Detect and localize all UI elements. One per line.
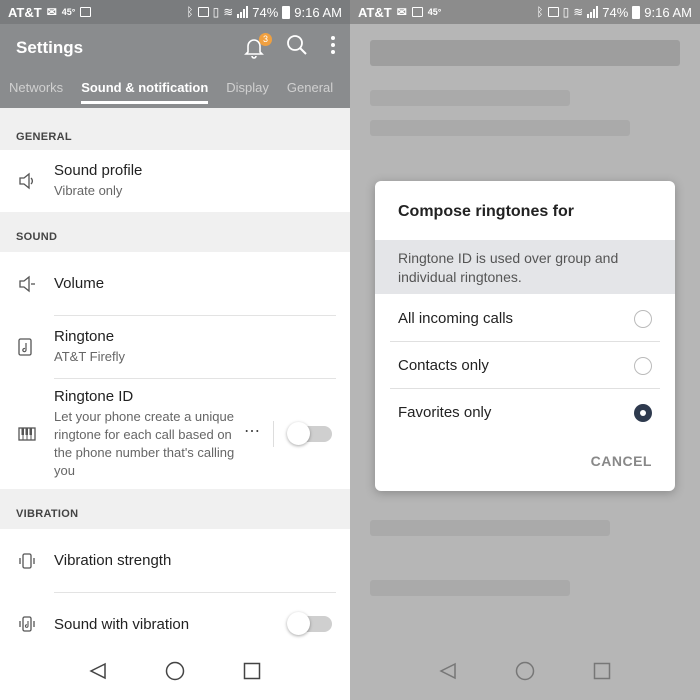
battery-icon: [282, 5, 291, 19]
item-subtitle: Let your phone create a unique ringtone …: [54, 409, 235, 478]
navigation-bar: [350, 646, 700, 700]
carrier-label: AT&T: [358, 4, 392, 20]
clock: 9:16 AM: [644, 4, 692, 20]
speaker-icon: [19, 172, 33, 190]
back-icon: [89, 662, 106, 679]
notification-badge: 3: [259, 32, 272, 46]
radio-button-selected[interactable]: [634, 403, 652, 422]
search-button[interactable]: [286, 34, 308, 61]
tab-display[interactable]: Display: [217, 68, 278, 108]
overflow-menu-button[interactable]: [330, 35, 336, 60]
search-icon: [287, 35, 307, 55]
option-all-incoming-calls[interactable]: All incoming calls: [390, 295, 660, 342]
clock: 9:16 AM: [294, 4, 342, 20]
radio-button[interactable]: [634, 356, 652, 375]
tab-general[interactable]: General: [278, 68, 342, 108]
dialog-info: Ringtone ID is used over group and indiv…: [375, 240, 675, 294]
mail-icon: ✉: [46, 5, 57, 19]
vibrate-icon: ▯: [562, 5, 570, 19]
image-icon: [80, 7, 92, 17]
notifications-button[interactable]: 3: [244, 32, 272, 59]
dialog-screen: AT&T ✉ 45° ᛒ ▯ ≋ 74% 9:16 AM Compose rin…: [350, 0, 700, 700]
app-bar: AT&T ✉ 45° ᛒ ▯ ≋ 74% 9:16 AM Settings 3: [0, 0, 350, 108]
wifi-icon: ≋: [573, 5, 584, 19]
tab-sound-notification[interactable]: Sound & notification: [72, 68, 217, 108]
speaker-icon: [19, 275, 35, 292]
back-icon: [439, 662, 456, 679]
wifi-icon: ≋: [223, 5, 234, 19]
vibrate-icon: ▯: [212, 5, 220, 19]
cancel-button[interactable]: CANCEL: [591, 453, 652, 469]
ringtone-id-toggle[interactable]: [287, 422, 332, 445]
item-title: Sound with vibration: [54, 615, 190, 633]
battery-percent: 74%: [252, 4, 279, 20]
tab-networks[interactable]: Networks: [0, 68, 72, 108]
option-label: All incoming calls: [398, 310, 514, 327]
sound-profile-item[interactable]: Sound profile Vibrate only: [0, 150, 350, 212]
vibration-strength-item[interactable]: Vibration strength: [0, 529, 350, 592]
back-button[interactable]: [439, 662, 457, 685]
status-bar: AT&T ✉ 45° ᛒ ▯ ≋ 74% 9:16 AM: [350, 0, 700, 24]
item-title: Ringtone ID: [54, 388, 134, 405]
section-header-sound: SOUND: [16, 231, 58, 243]
item-subtitle: Vibrate only: [54, 183, 123, 198]
home-icon: [165, 661, 185, 680]
section-header-general: GENERAL: [16, 131, 72, 143]
compose-ringtones-dialog: Compose ringtones for Ringtone ID is use…: [375, 181, 675, 491]
battery-percent: 74%: [602, 4, 629, 20]
option-favorites-only[interactable]: Favorites only: [390, 389, 660, 436]
item-title: Volume: [54, 275, 105, 292]
nfc-icon: [197, 7, 209, 17]
option-label: Favorites only: [398, 404, 492, 421]
item-title: Vibration strength: [54, 552, 172, 569]
radio-button[interactable]: [634, 309, 652, 328]
mail-icon: ✉: [396, 5, 407, 19]
home-button[interactable]: [515, 661, 535, 686]
image-icon: [411, 7, 423, 17]
recents-button[interactable]: [243, 662, 261, 685]
vibrate-icon: [19, 552, 35, 569]
nfc-icon: [547, 7, 559, 17]
bluetooth-icon: ᛒ: [186, 5, 194, 19]
ringtone-item[interactable]: Ringtone AT&T Firefly: [0, 316, 350, 378]
option-label: Contacts only: [398, 357, 489, 374]
home-icon: [515, 661, 535, 680]
temperature-label: 45°: [427, 7, 442, 17]
sound-with-vibration-toggle[interactable]: [287, 612, 332, 635]
dialog-title: Compose ringtones for: [398, 203, 575, 220]
settings-screen: AT&T ✉ 45° ᛒ ▯ ≋ 74% 9:16 AM Settings 3: [0, 0, 350, 700]
carrier-label: AT&T: [8, 4, 42, 20]
overflow-menu-icon: [331, 36, 335, 54]
option-contacts-only[interactable]: Contacts only: [390, 342, 660, 389]
piano-keys-icon: [18, 427, 36, 441]
toggle-knob: [287, 422, 310, 445]
more-options-button[interactable]: ⋯: [244, 421, 274, 447]
item-subtitle: AT&T Firefly: [54, 349, 126, 364]
volume-item[interactable]: Volume: [0, 252, 350, 315]
signal-icon: [587, 6, 599, 18]
back-button[interactable]: [89, 662, 107, 685]
tab-bar: Networks Sound & notification Display Ge…: [0, 68, 350, 108]
recents-button[interactable]: [593, 662, 611, 685]
bluetooth-icon: ᛒ: [536, 5, 544, 19]
navigation-bar: [0, 646, 350, 700]
recents-icon: [593, 662, 611, 679]
battery-icon: [632, 5, 641, 19]
page-title: Settings: [16, 38, 84, 57]
toggle-knob: [287, 612, 310, 635]
home-button[interactable]: [165, 661, 185, 686]
sound-vibrate-icon: [19, 616, 35, 632]
item-title: Sound profile: [54, 162, 143, 179]
section-header-vibration: VIBRATION: [16, 508, 79, 520]
recents-icon: [243, 662, 261, 679]
ringtone-id-item[interactable]: Ringtone ID Let your phone create a uniq…: [0, 379, 350, 489]
status-bar: AT&T ✉ 45° ᛒ ▯ ≋ 74% 9:16 AM: [0, 0, 350, 24]
signal-icon: [237, 6, 249, 18]
music-file-icon: [18, 338, 32, 356]
item-title: Ringtone: [54, 328, 115, 345]
temperature-label: 45°: [61, 7, 76, 17]
